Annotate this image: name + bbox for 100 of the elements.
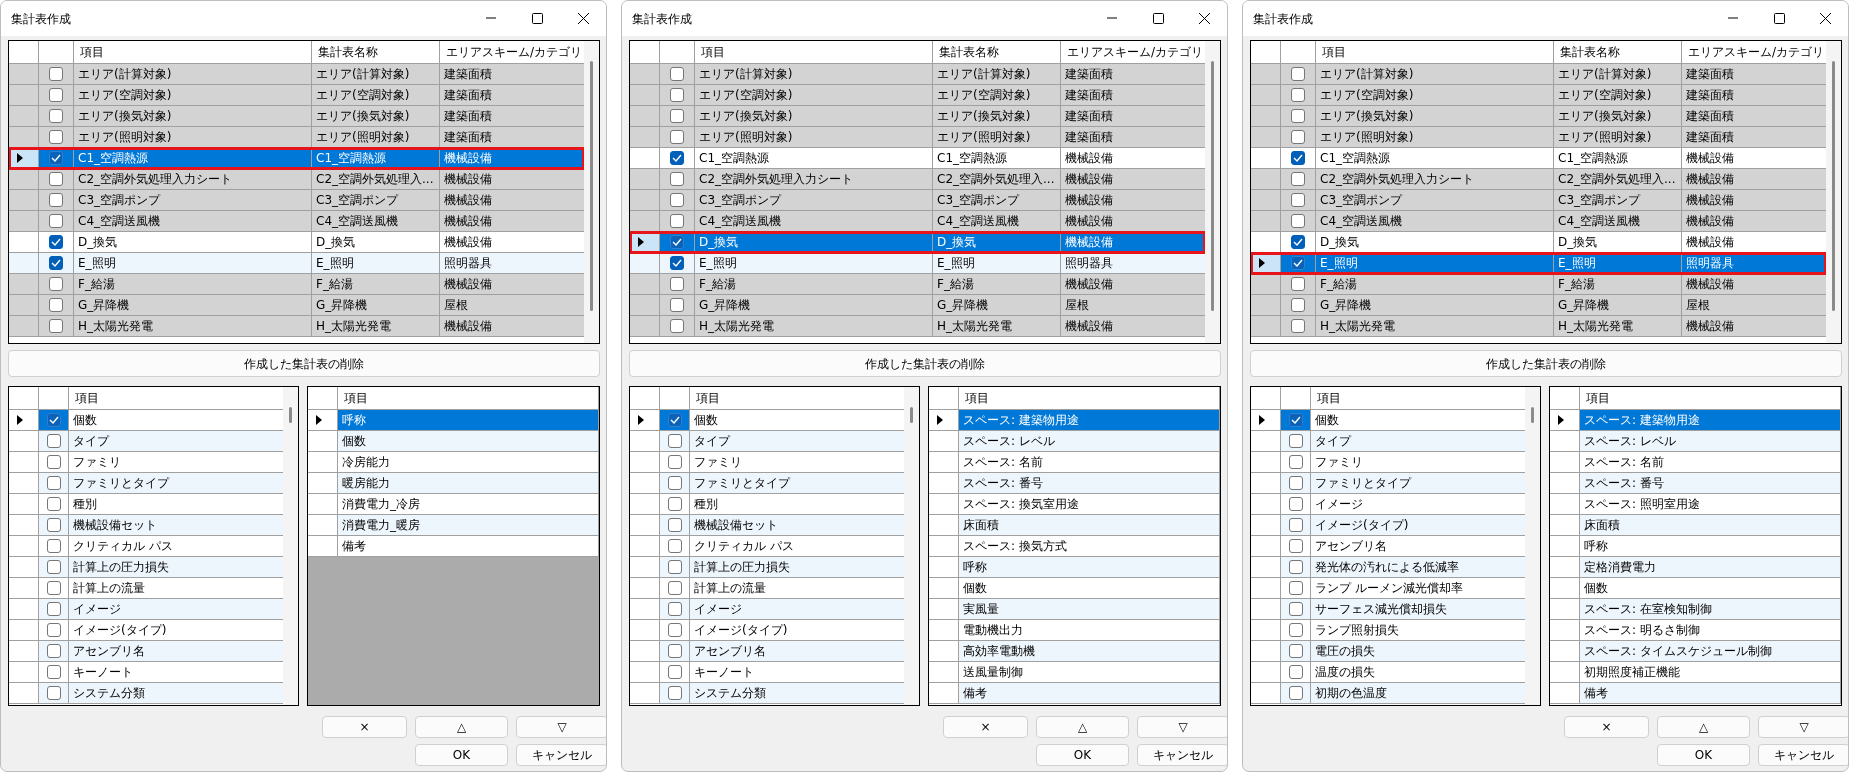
checkbox[interactable] (1288, 518, 1303, 532)
checkbox[interactable] (667, 602, 682, 616)
table-row[interactable]: エリア(換気対象) エリア(換気対象) 建築面積 (630, 106, 1205, 127)
checkbox[interactable] (667, 623, 682, 637)
scrollbar-thumb[interactable] (289, 407, 292, 423)
table-row[interactable]: タイプ (1251, 431, 1525, 452)
checkbox[interactable] (49, 193, 63, 207)
checkbox[interactable] (667, 455, 682, 469)
checkbox[interactable] (1291, 172, 1305, 186)
table-row[interactable]: イメージ (630, 599, 904, 620)
checkbox[interactable] (46, 560, 61, 574)
checkbox[interactable] (46, 644, 61, 658)
checkbox[interactable] (667, 686, 682, 700)
checkbox[interactable] (1288, 497, 1303, 511)
checkbox[interactable] (46, 602, 61, 616)
checkbox[interactable] (1291, 67, 1305, 81)
action-button[interactable]: OK (1036, 744, 1129, 766)
checkbox[interactable] (670, 319, 684, 333)
checkbox[interactable] (49, 277, 63, 291)
scrollbar-thumb[interactable] (1832, 61, 1835, 311)
table-row[interactable]: ファミリとタイプ (1251, 473, 1525, 494)
table-row[interactable]: 発光体の汚れによる低減率 (1251, 557, 1525, 578)
checkbox[interactable] (1288, 434, 1303, 448)
table-row[interactable]: 機械設備セット (9, 515, 283, 536)
checkbox[interactable] (46, 455, 61, 469)
checkbox[interactable] (667, 497, 682, 511)
checkbox[interactable] (670, 151, 684, 165)
action-button[interactable]: × (943, 716, 1028, 738)
checkbox[interactable] (670, 235, 684, 249)
action-button[interactable]: OK (415, 744, 508, 766)
scrollbar[interactable] (1525, 387, 1540, 705)
action-button[interactable]: OK (1657, 744, 1750, 766)
table-row[interactable]: 計算上の圧力損失 (9, 557, 283, 578)
table-row[interactable]: F_給湯 F_給湯 機械設備 (9, 274, 584, 295)
checkbox[interactable] (1288, 623, 1303, 637)
scrollbar-thumb[interactable] (590, 61, 593, 311)
checkbox[interactable] (1291, 235, 1305, 249)
table-row[interactable]: C2_空調外気処理入力シート C2_空調外気処理入... 機械設備 (9, 169, 584, 190)
checkbox[interactable] (49, 256, 63, 270)
checkbox[interactable] (49, 298, 63, 312)
checkbox[interactable] (49, 130, 63, 144)
checkbox[interactable] (667, 539, 682, 553)
table-row[interactable]: エリア(換気対象) エリア(換気対象) 建築面積 (1251, 106, 1826, 127)
checkbox[interactable] (1291, 193, 1305, 207)
checkbox[interactable] (670, 214, 684, 228)
action-button[interactable]: ▽ (1758, 716, 1848, 738)
checkbox[interactable] (670, 277, 684, 291)
checkbox[interactable] (667, 434, 682, 448)
table-row[interactable]: G_昇降機 G_昇降機 屋根 (9, 295, 584, 316)
table-row[interactable]: アセンブリ名 (9, 641, 283, 662)
table-row[interactable]: C4_空調送風機 C4_空調送風機 機械設備 (9, 211, 584, 232)
table-row[interactable]: 機械設備セット (630, 515, 904, 536)
checkbox[interactable] (1288, 581, 1303, 595)
checkbox[interactable] (670, 256, 684, 270)
checkbox[interactable] (1288, 413, 1303, 427)
delete-button[interactable]: 作成した集計表の削除 (8, 350, 600, 377)
table-row[interactable]: ファミリとタイプ (9, 473, 283, 494)
table-row[interactable]: E_照明 E_照明 照明器具 (1251, 253, 1826, 274)
action-button[interactable]: ▽ (516, 716, 606, 738)
scrollbar[interactable] (283, 387, 298, 705)
table-row[interactable]: エリア(計算対象) エリア(計算対象) 建築面積 (9, 64, 584, 85)
table-row[interactable]: H_太陽光発電 H_太陽光発電 機械設備 (1251, 316, 1826, 337)
checkbox[interactable] (46, 623, 61, 637)
table-row[interactable]: 電圧の損失 (1251, 641, 1525, 662)
scrollbar[interactable] (1826, 41, 1841, 343)
action-button[interactable]: × (322, 716, 407, 738)
table-row[interactable]: 計算上の圧力損失 (630, 557, 904, 578)
table-row[interactable]: エリア(換気対象) エリア(換気対象) 建築面積 (9, 106, 584, 127)
scrollbar[interactable] (904, 387, 919, 705)
checkbox[interactable] (1288, 644, 1303, 658)
table-row[interactable]: システム分類 (9, 683, 283, 704)
checkbox[interactable] (670, 193, 684, 207)
checkbox[interactable] (49, 235, 63, 249)
checkbox[interactable] (670, 172, 684, 186)
checkbox[interactable] (49, 88, 63, 102)
table-row[interactable]: C3_空調ポンプ C3_空調ポンプ 機械設備 (630, 190, 1205, 211)
scrollbar-thumb[interactable] (1531, 407, 1534, 423)
table-row[interactable]: エリア(計算対象) エリア(計算対象) 建築面積 (1251, 64, 1826, 85)
checkbox[interactable] (1288, 455, 1303, 469)
delete-button[interactable]: 作成した集計表の削除 (629, 350, 1221, 377)
checkbox[interactable] (670, 109, 684, 123)
table-row[interactable]: イメージ(タイプ) (1251, 515, 1525, 536)
checkbox[interactable] (1291, 298, 1305, 312)
table-row[interactable]: 初期の色温度 (1251, 683, 1525, 704)
checkbox[interactable] (1291, 214, 1305, 228)
table-row[interactable]: タイプ (630, 431, 904, 452)
table-row[interactable]: E_照明 E_照明 照明器具 (9, 253, 584, 274)
checkbox[interactable] (667, 476, 682, 490)
scrollbar-thumb[interactable] (910, 407, 913, 423)
checkbox[interactable] (46, 434, 61, 448)
action-button[interactable]: △ (1036, 716, 1129, 738)
checkbox[interactable] (670, 88, 684, 102)
action-button[interactable]: △ (415, 716, 508, 738)
table-row[interactable]: エリア(空調対象) エリア(空調対象) 建築面積 (630, 85, 1205, 106)
checkbox[interactable] (1288, 602, 1303, 616)
table-row[interactable]: H_太陽光発電 H_太陽光発電 機械設備 (630, 316, 1205, 337)
table-row[interactable]: エリア(照明対象) エリア(照明対象) 建築面積 (1251, 127, 1826, 148)
table-row[interactable]: G_昇降機 G_昇降機 屋根 (1251, 295, 1826, 316)
checkbox[interactable] (670, 298, 684, 312)
checkbox[interactable] (1291, 151, 1305, 165)
